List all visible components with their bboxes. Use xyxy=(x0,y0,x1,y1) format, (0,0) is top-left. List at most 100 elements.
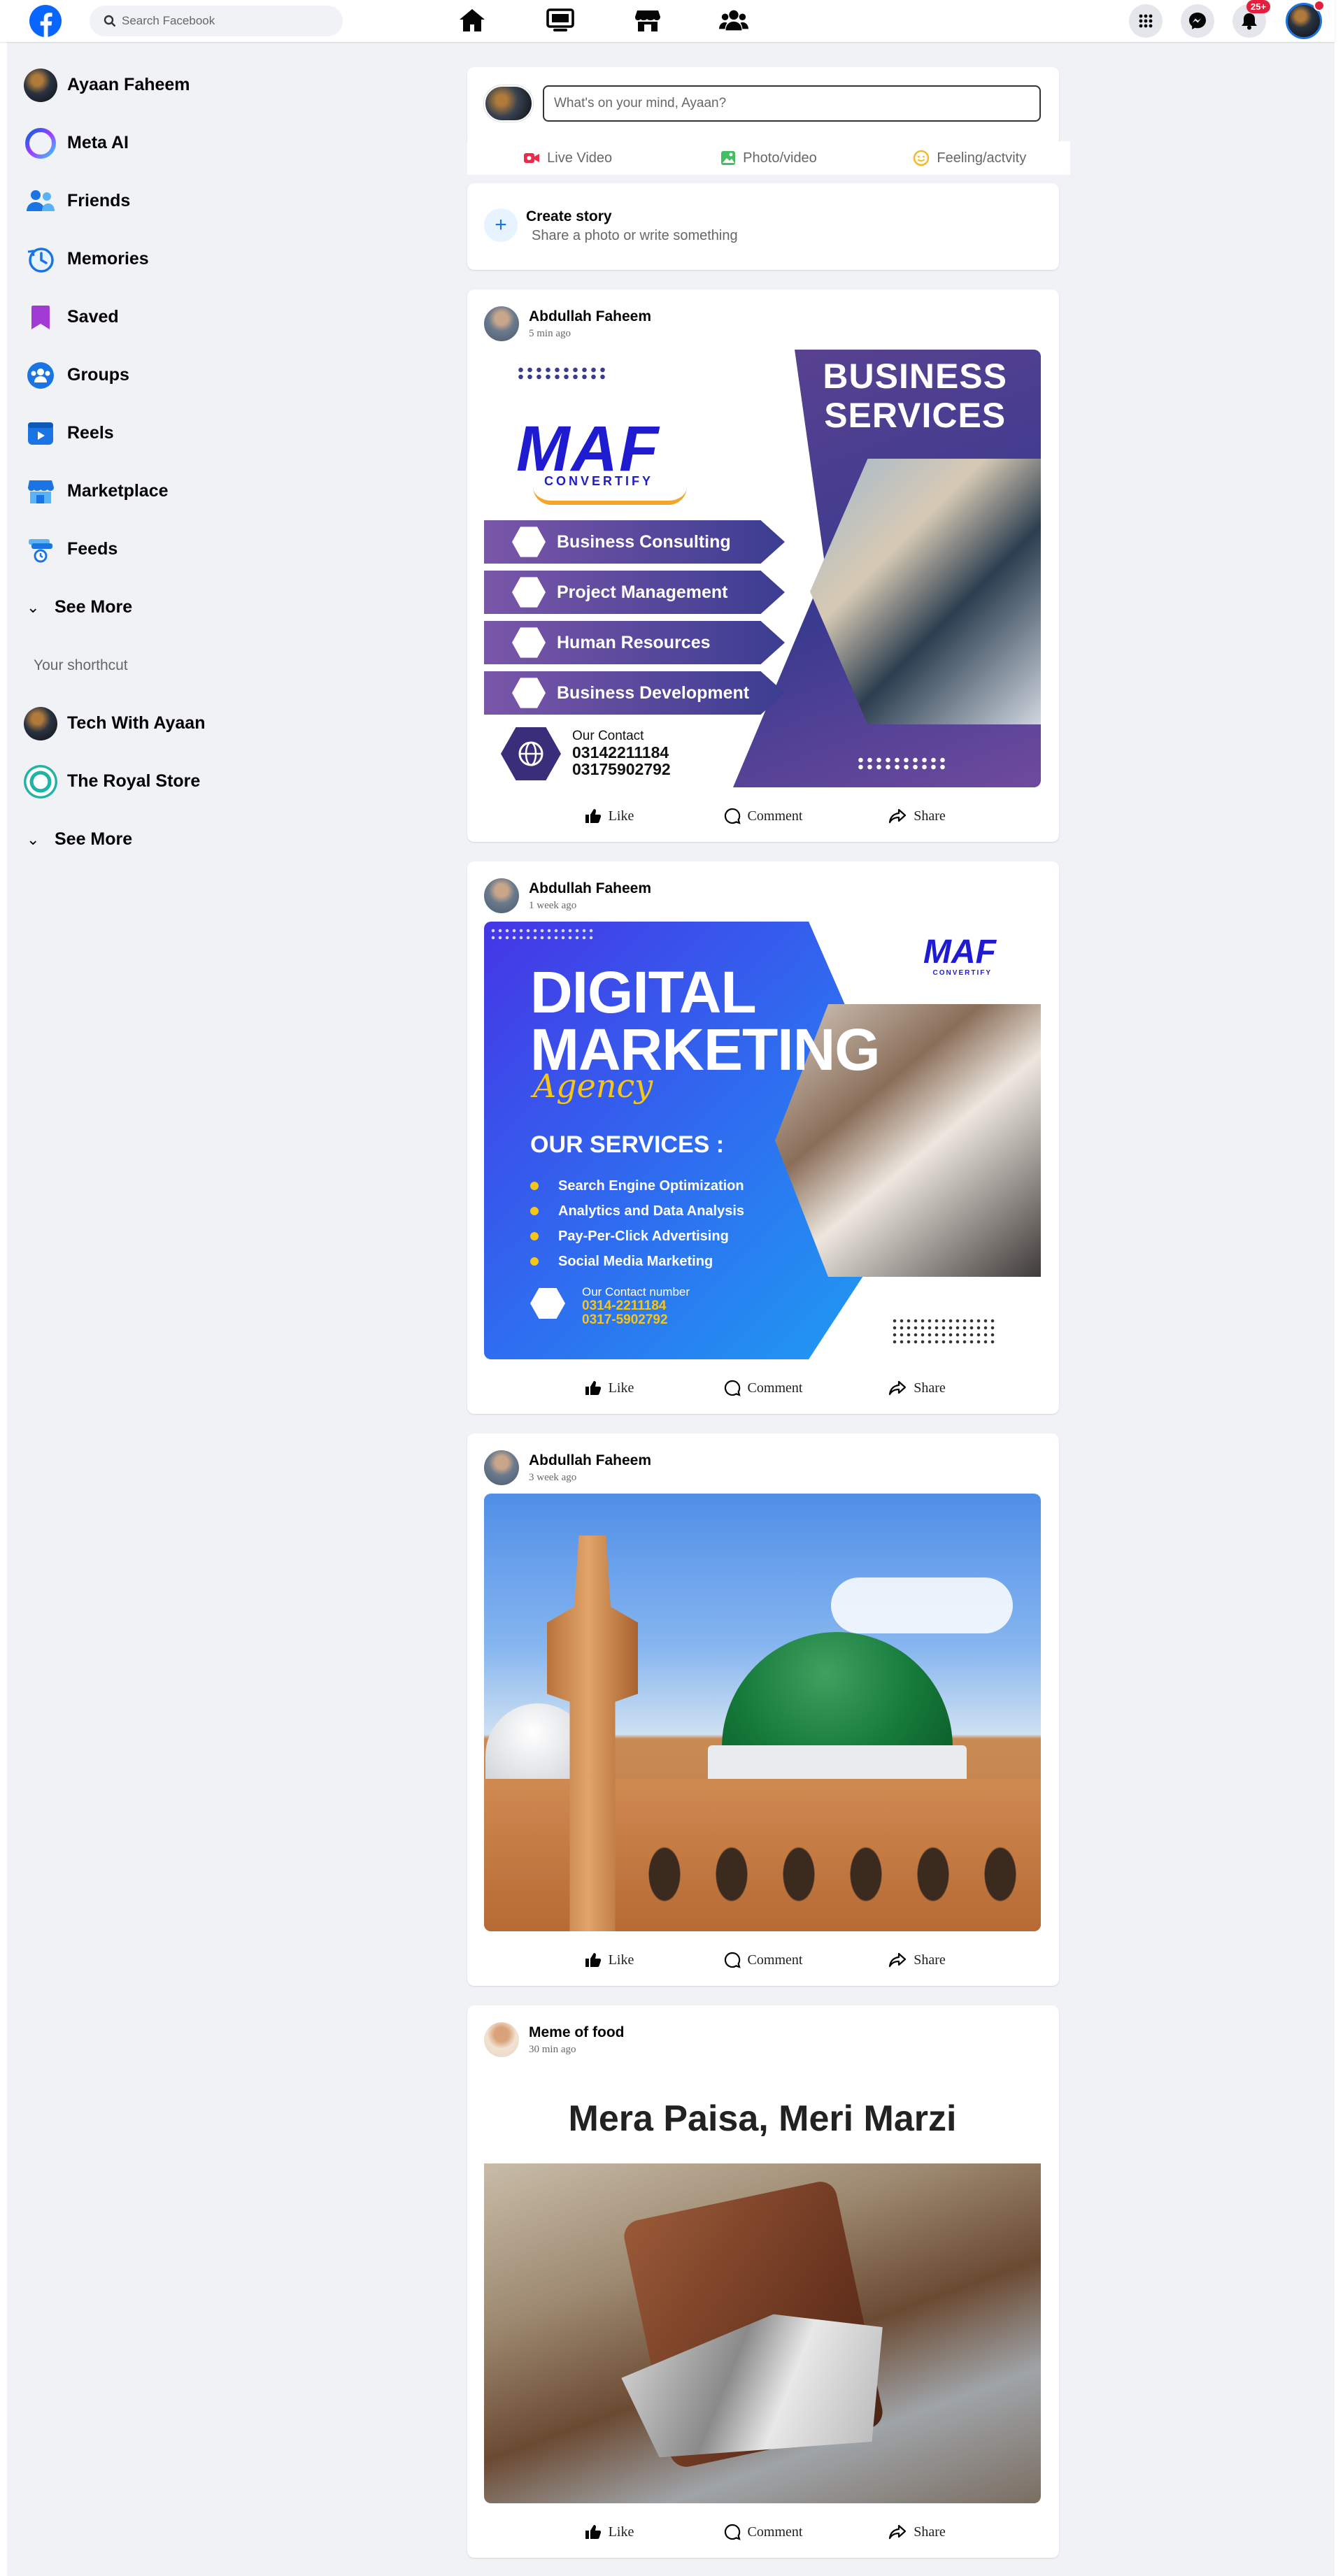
feeling-activity-button[interactable]: Feeling/actvity xyxy=(869,141,1070,175)
post-image[interactable] xyxy=(484,1494,1041,1931)
marketplace-nav-icon[interactable] xyxy=(633,7,662,34)
post-timestamp[interactable]: 5 min ago xyxy=(529,328,651,340)
shortcut-label: The Royal Store xyxy=(67,771,201,791)
post-actions: Like Comment Share xyxy=(467,1942,1059,1977)
list-item: Social Media Marketing xyxy=(530,1249,744,1274)
post-card: Abdullah Faheem 5 min ago BUSINESS SERVI… xyxy=(467,289,1059,842)
messenger-button[interactable] xyxy=(1181,4,1214,38)
author-name[interactable]: Abdullah Faheem xyxy=(529,308,651,325)
sidebar-item-label: Marketplace xyxy=(67,481,169,501)
home-icon[interactable] xyxy=(457,7,487,34)
thumbs-up-icon xyxy=(585,809,601,823)
facebook-logo-icon[interactable] xyxy=(29,5,62,37)
author-avatar[interactable] xyxy=(484,878,519,913)
logo-swoosh xyxy=(533,487,687,505)
sidebar-item-friends[interactable]: Friends xyxy=(21,172,315,230)
sidebar-item-label: Saved xyxy=(67,307,119,327)
list-item: Analytics and Data Analysis xyxy=(530,1198,744,1224)
author-name[interactable]: Abdullah Faheem xyxy=(529,1452,651,1469)
search-box[interactable] xyxy=(90,6,343,36)
sidebar-item-label: Reels xyxy=(67,423,114,443)
comment-button[interactable]: Comment xyxy=(686,799,840,833)
search-input[interactable] xyxy=(122,14,332,28)
post-timestamp[interactable]: 3 week ago xyxy=(529,1472,651,1484)
mosque-arches xyxy=(631,1836,1041,1931)
comment-button[interactable]: Comment xyxy=(686,2514,840,2549)
menu-grid-button[interactable] xyxy=(1129,4,1163,38)
share-icon xyxy=(889,2524,907,2540)
comment-button[interactable]: Comment xyxy=(686,1371,840,1405)
services-heading: OUR SERVICES : xyxy=(530,1131,725,1158)
reels-icon xyxy=(24,417,57,450)
post-image[interactable]: Mera Paisa, Meri Marzi xyxy=(484,2066,1041,2503)
share-button[interactable]: Share xyxy=(840,2514,994,2549)
sidebar-item-marketplace[interactable]: Marketplace xyxy=(21,462,315,520)
meta-ai-icon xyxy=(24,127,57,160)
post-image[interactable]: MAF CONVERTIFY DIGITAL MARKETING Agency … xyxy=(484,922,1041,1359)
live-video-label: Live Video xyxy=(547,150,613,166)
globe-icon xyxy=(501,727,561,780)
decorative-dots xyxy=(891,1317,996,1345)
thumbs-up-icon xyxy=(585,1953,601,1967)
sidebar-item-reels[interactable]: Reels xyxy=(21,404,315,462)
comment-button[interactable]: Comment xyxy=(686,1942,840,1977)
create-story-title: Create story xyxy=(526,208,612,224)
watch-icon[interactable] xyxy=(546,7,575,34)
maf-logo: MAF xyxy=(923,933,996,971)
photo-video-button[interactable]: Photo/video xyxy=(668,141,869,175)
project-icon xyxy=(512,577,546,608)
create-story-card[interactable]: + Create story Share a photo or write so… xyxy=(467,183,1059,270)
post-timestamp[interactable]: 1 week ago xyxy=(529,900,651,912)
like-button[interactable]: Like xyxy=(532,1942,686,1977)
post-header: Abdullah Faheem 5 min ago xyxy=(484,306,651,341)
post-card: Abdullah Faheem 1 week ago MAF CONVERTIF… xyxy=(467,861,1059,1414)
decorative-dots xyxy=(516,366,607,380)
service-item: Project Management xyxy=(484,571,785,614)
like-button[interactable]: Like xyxy=(532,1371,686,1405)
see-more-button[interactable]: ⌄ See More xyxy=(21,578,315,636)
composer-input[interactable] xyxy=(543,85,1041,122)
share-button[interactable]: Share xyxy=(840,799,994,833)
live-video-button[interactable]: Live Video xyxy=(467,141,668,175)
service-item: Business Development xyxy=(484,671,785,715)
messenger-icon xyxy=(1189,13,1206,29)
like-button[interactable]: Like xyxy=(532,2514,686,2549)
sidebar-item-groups[interactable]: Groups xyxy=(21,346,315,404)
sidebar-item-label: Feeds xyxy=(67,539,118,559)
share-button[interactable]: Share xyxy=(840,1371,994,1405)
saved-icon xyxy=(24,301,57,334)
groups-nav-icon[interactable] xyxy=(719,7,748,34)
like-button[interactable]: Like xyxy=(532,799,686,833)
author-name[interactable]: Abdullah Faheem xyxy=(529,880,651,897)
service-item: Human Resources xyxy=(484,621,785,664)
author-avatar[interactable] xyxy=(484,2022,519,2057)
see-more-button-2[interactable]: ⌄ See More xyxy=(21,810,315,868)
sidebar-item-label: Ayaan Faheem xyxy=(67,75,190,94)
left-sidebar: Ayaan Faheem Meta AI Friends Memories Sa… xyxy=(21,56,315,868)
banner-agency: Agency xyxy=(533,1067,653,1105)
author-name[interactable]: Meme of food xyxy=(529,2024,625,2041)
author-avatar[interactable] xyxy=(484,1450,519,1485)
shortcut-item-the-royal-store[interactable]: The Royal Store xyxy=(21,752,315,810)
author-avatar[interactable] xyxy=(484,306,519,341)
decorative-dots xyxy=(856,757,947,771)
comment-icon xyxy=(724,1952,741,1968)
sidebar-item-feeds[interactable]: Feeds xyxy=(21,520,315,578)
post-image[interactable]: BUSINESS SERVICES MAF CONVERTIFY Busines… xyxy=(484,350,1041,787)
shortcut-item-tech-with-ayaan[interactable]: Tech With Ayaan xyxy=(21,694,315,752)
hr-icon xyxy=(512,627,546,658)
sidebar-item-saved[interactable]: Saved xyxy=(21,288,315,346)
sidebar-item-memories[interactable]: Memories xyxy=(21,230,315,288)
sidebar-item-profile[interactable]: Ayaan Faheem xyxy=(21,56,315,114)
sidebar-item-meta-ai[interactable]: Meta AI xyxy=(21,114,315,172)
post-timestamp[interactable]: 30 min ago xyxy=(529,2044,625,2056)
post-actions: Like Comment Share xyxy=(467,2514,1059,2549)
memories-icon xyxy=(24,243,57,276)
list-item: Pay-Per-Click Advertising xyxy=(530,1224,744,1249)
scrollbar-track[interactable] xyxy=(1335,0,1343,2576)
banner-title: DIGITAL MARKETING xyxy=(530,959,881,1082)
plus-icon[interactable]: + xyxy=(484,208,518,242)
chevron-down-icon: ⌄ xyxy=(27,598,40,616)
share-button[interactable]: Share xyxy=(840,1942,994,1977)
composer-avatar xyxy=(484,85,533,122)
